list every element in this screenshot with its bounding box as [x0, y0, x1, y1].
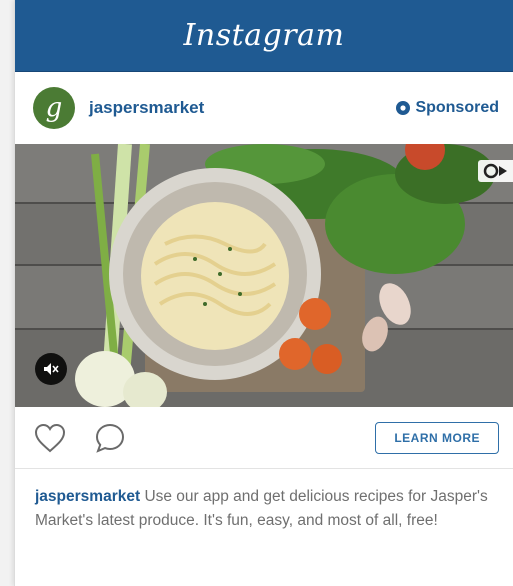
speaker-muted-icon[interactable]	[35, 353, 67, 385]
learn-more-button[interactable]: LEARN MORE	[375, 421, 499, 454]
food-photo	[15, 144, 513, 407]
video-camera-icon	[478, 160, 513, 182]
post-username[interactable]: jaspersmarket	[89, 98, 395, 118]
post-video[interactable]	[15, 144, 513, 407]
app-header: Instagram	[15, 0, 513, 72]
sponsored-text: Sponsored	[415, 99, 499, 116]
avatar-letter: g	[45, 93, 63, 123]
instagram-screen: Instagram g jaspersmarket Sponsored LEAR…	[14, 0, 513, 586]
post-actions: LEARN MORE	[15, 407, 513, 469]
heart-outline-icon[interactable]	[33, 421, 67, 455]
post-header: g jaspersmarket Sponsored	[15, 72, 513, 144]
post-caption: jaspersmarket Use our app and get delici…	[15, 469, 513, 533]
app-logo: Instagram	[183, 18, 345, 53]
comment-bubble-icon[interactable]	[93, 421, 127, 455]
gear-icon	[395, 100, 411, 116]
sponsored-label[interactable]: Sponsored	[395, 99, 499, 117]
avatar[interactable]: g	[33, 87, 75, 129]
caption-username[interactable]: jaspersmarket	[35, 488, 140, 505]
